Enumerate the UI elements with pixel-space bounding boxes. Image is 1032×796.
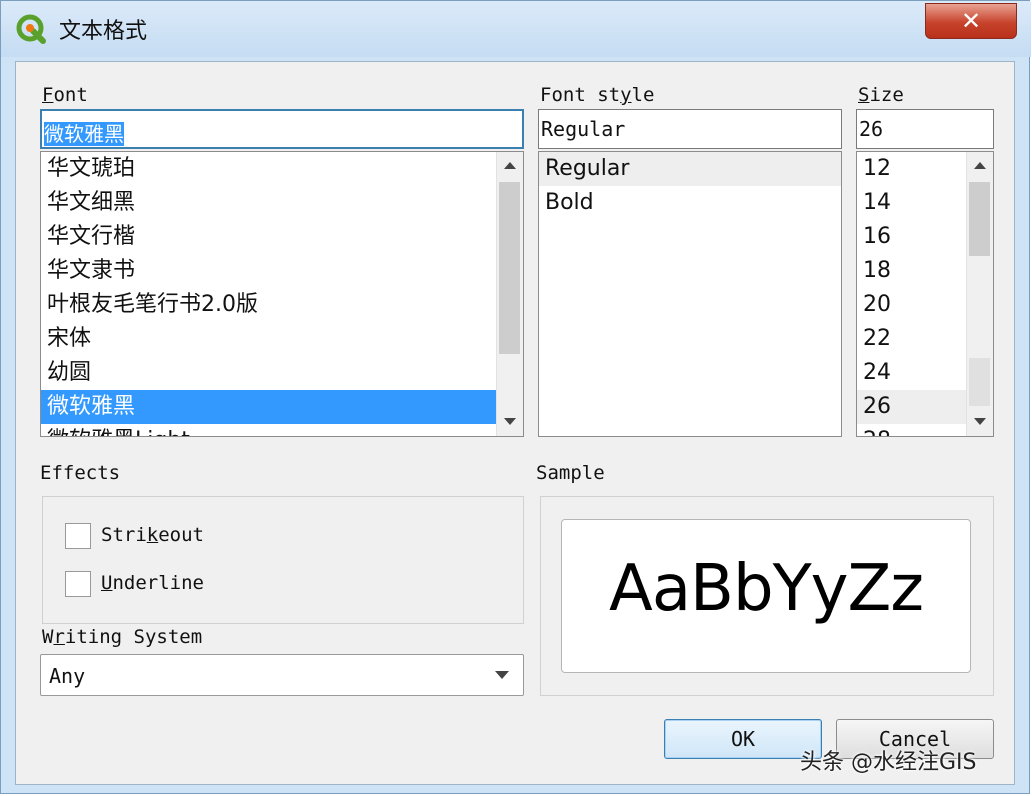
qgis-logo-icon <box>16 14 46 44</box>
list-item[interactable]: 12 <box>857 152 967 186</box>
arrow-down-icon[interactable] <box>967 408 993 436</box>
writing-system-label: Writing System <box>42 626 203 648</box>
list-item[interactable]: 幼圆 <box>41 356 497 390</box>
arrow-up-icon[interactable] <box>497 152 523 180</box>
scrollbar-thumb[interactable] <box>499 182 520 354</box>
font-style-label: Font style <box>540 84 655 106</box>
arrow-up-icon[interactable] <box>967 152 993 180</box>
list-item[interactable]: 华文细黑 <box>41 186 497 220</box>
effects-group: Strikeout Underline <box>42 496 524 624</box>
list-item[interactable]: 宋体 <box>41 322 497 356</box>
list-item[interactable]: 14 <box>857 186 967 220</box>
font-label: Font <box>42 84 88 106</box>
arrow-down-icon[interactable] <box>497 408 523 436</box>
effects-label: Effects <box>40 462 121 484</box>
scrollbar-thumb[interactable] <box>969 182 990 256</box>
list-item[interactable]: 16 <box>857 220 967 254</box>
size-input[interactable]: 26 <box>856 109 994 149</box>
list-item[interactable]: 22 <box>857 322 967 356</box>
list-item[interactable]: 叶根友毛笔行书2.0版 <box>41 288 497 322</box>
list-item[interactable]: 20 <box>857 288 967 322</box>
watermark-text: 头条 @水经注GIS <box>800 750 977 775</box>
list-item[interactable]: 华文隶书 <box>41 254 497 288</box>
sample-group: AaBbYyZz <box>540 496 994 696</box>
list-item-selected[interactable]: 26 <box>857 390 967 424</box>
writing-system-value: Any <box>49 664 86 688</box>
list-item[interactable]: 华文行楷 <box>41 220 497 254</box>
ok-button[interactable]: OK <box>664 719 822 759</box>
list-item[interactable]: Bold <box>539 186 841 220</box>
list-item[interactable]: 28 <box>857 424 967 436</box>
underline-checkbox[interactable] <box>65 571 91 597</box>
font-style-input[interactable]: Regular <box>538 109 842 149</box>
title-bar: 文本格式 ✕ <box>1 1 1031 57</box>
sample-text: AaBbYyZz <box>609 552 924 626</box>
size-label: Size <box>858 84 904 106</box>
chevron-down-icon[interactable] <box>495 671 509 679</box>
dialog-body: Font 微软雅黑 华文琥珀 华文细黑 华文行楷 华文隶书 叶根友毛笔行书2.0… <box>15 61 1015 785</box>
font-style-list[interactable]: Regular Bold <box>538 151 842 437</box>
window-title: 文本格式 <box>59 19 148 44</box>
sample-label: Sample <box>536 462 605 484</box>
font-input[interactable]: 微软雅黑 <box>40 109 524 149</box>
close-icon: ✕ <box>960 7 982 35</box>
underline-label[interactable]: Underline <box>101 572 204 594</box>
list-item-selected[interactable]: Regular <box>539 152 841 186</box>
close-button[interactable]: ✕ <box>925 3 1017 39</box>
font-input-value: 微软雅黑 <box>44 122 124 146</box>
font-list[interactable]: 华文琥珀 华文细黑 华文行楷 华文隶书 叶根友毛笔行书2.0版 宋体 幼圆 微软… <box>40 151 524 437</box>
size-list-scrollbar[interactable] <box>966 152 993 436</box>
strikeout-label[interactable]: Strikeout <box>101 524 204 546</box>
list-item[interactable]: 18 <box>857 254 967 288</box>
strikeout-checkbox[interactable] <box>65 523 91 549</box>
list-item[interactable]: 微软雅黑Light <box>41 424 497 436</box>
scrollbar-track-segment <box>969 358 990 406</box>
list-item[interactable]: 华文琥珀 <box>41 152 497 186</box>
font-dialog-window: 文本格式 ✕ Font 微软雅黑 华文琥珀 华文细黑 华文行楷 华文隶书 叶根友… <box>0 0 1031 794</box>
list-item-selected[interactable]: 微软雅黑 <box>41 390 497 424</box>
size-list[interactable]: 12 14 16 18 20 22 24 26 28 <box>856 151 994 437</box>
writing-system-combo[interactable]: Any <box>40 654 524 696</box>
font-list-scrollbar[interactable] <box>496 152 523 436</box>
list-item[interactable]: 24 <box>857 356 967 390</box>
sample-preview: AaBbYyZz <box>561 519 971 673</box>
